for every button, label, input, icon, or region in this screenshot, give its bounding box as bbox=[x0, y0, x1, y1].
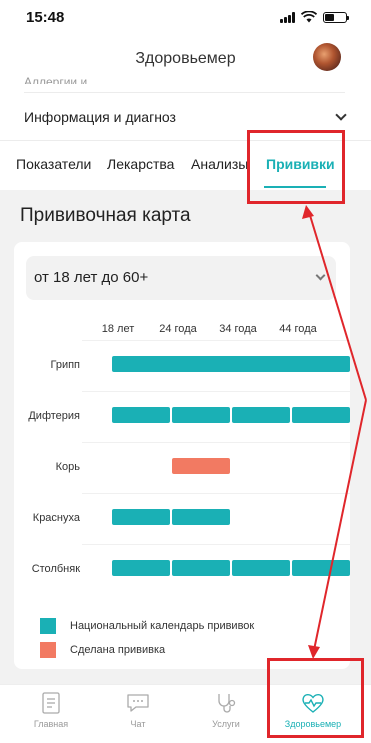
legend-swatch-done bbox=[40, 642, 56, 658]
tab-medicines[interactable]: Лекарства bbox=[107, 156, 174, 172]
avatar[interactable] bbox=[313, 43, 341, 71]
vaccination-bar[interactable] bbox=[112, 407, 170, 423]
status-time: 15:48 bbox=[26, 9, 65, 26]
x-tick-label: 18 лет bbox=[102, 323, 135, 335]
document-icon bbox=[42, 692, 60, 714]
x-tick-label: 44 года bbox=[279, 323, 317, 335]
row-label: Дифтерия bbox=[28, 410, 80, 422]
highlight-box-nav bbox=[267, 658, 364, 738]
highlight-box-tab bbox=[247, 130, 345, 204]
battery-icon bbox=[323, 11, 349, 23]
signal-icon bbox=[280, 11, 295, 23]
partial-section-label: Аллергии и ... bbox=[24, 76, 101, 84]
tab-indicators[interactable]: Показатели bbox=[16, 156, 91, 172]
vaccination-bar[interactable] bbox=[172, 407, 230, 423]
chart-legend: Национальный календарь прививок Сделана … bbox=[40, 614, 254, 662]
vaccination-bar[interactable] bbox=[232, 560, 290, 576]
vaccination-bar[interactable] bbox=[292, 407, 350, 423]
row-label: Столбняк bbox=[32, 563, 80, 575]
x-tick-label: 24 года bbox=[159, 323, 197, 335]
status-bar: 15:48 bbox=[0, 0, 371, 40]
x-tick-label: 34 года bbox=[219, 323, 257, 335]
tab-analyses[interactable]: Анализы bbox=[191, 156, 248, 172]
vaccination-bar[interactable] bbox=[112, 356, 350, 372]
vaccination-bar[interactable] bbox=[172, 560, 230, 576]
vaccination-bar[interactable] bbox=[112, 560, 170, 576]
nav-chat[interactable]: Чат bbox=[98, 691, 178, 729]
status-icons bbox=[280, 11, 349, 23]
vaccination-bar[interactable] bbox=[172, 509, 230, 525]
legend-swatch-national bbox=[40, 618, 56, 634]
vaccination-bar[interactable] bbox=[112, 509, 170, 525]
vaccination-bar[interactable] bbox=[172, 458, 230, 474]
chat-icon bbox=[127, 694, 149, 712]
section-info-diagnosis[interactable]: Информация и диагноз bbox=[24, 106, 347, 128]
vaccination-chart: 18 лет24 года34 года44 года54ГриппДифтер… bbox=[28, 323, 350, 576]
row-label: Корь bbox=[56, 461, 81, 473]
chevron-down-icon bbox=[335, 108, 347, 121]
nav-services[interactable]: Услуги bbox=[186, 691, 266, 729]
card-title: Прививочная карта bbox=[20, 205, 191, 226]
nav-home[interactable]: Главная bbox=[11, 691, 91, 729]
nav-label: Чат bbox=[130, 719, 146, 729]
nav-label: Услуги bbox=[212, 719, 240, 729]
vaccination-card: от 18 лет до 60+ 18 лет 24 года 34 года 44 … bbox=[14, 242, 350, 669]
divider bbox=[24, 92, 345, 93]
vaccination-bar[interactable] bbox=[292, 560, 350, 576]
row-label: Краснуха bbox=[33, 512, 81, 524]
legend-label: Сделана прививка bbox=[70, 644, 166, 656]
section-label: Информация и диагноз bbox=[24, 109, 176, 125]
legend-item-done: Сделана прививка bbox=[40, 638, 254, 662]
nav-label: Главная bbox=[33, 719, 69, 729]
wifi-icon bbox=[301, 11, 317, 23]
legend-label: Национальный календарь прививок bbox=[70, 620, 255, 632]
row-label: Грипп bbox=[50, 359, 80, 371]
stethoscope-icon bbox=[218, 694, 236, 713]
legend-item-national: Национальный календарь прививок bbox=[40, 614, 254, 638]
vaccination-bar[interactable] bbox=[232, 407, 290, 423]
